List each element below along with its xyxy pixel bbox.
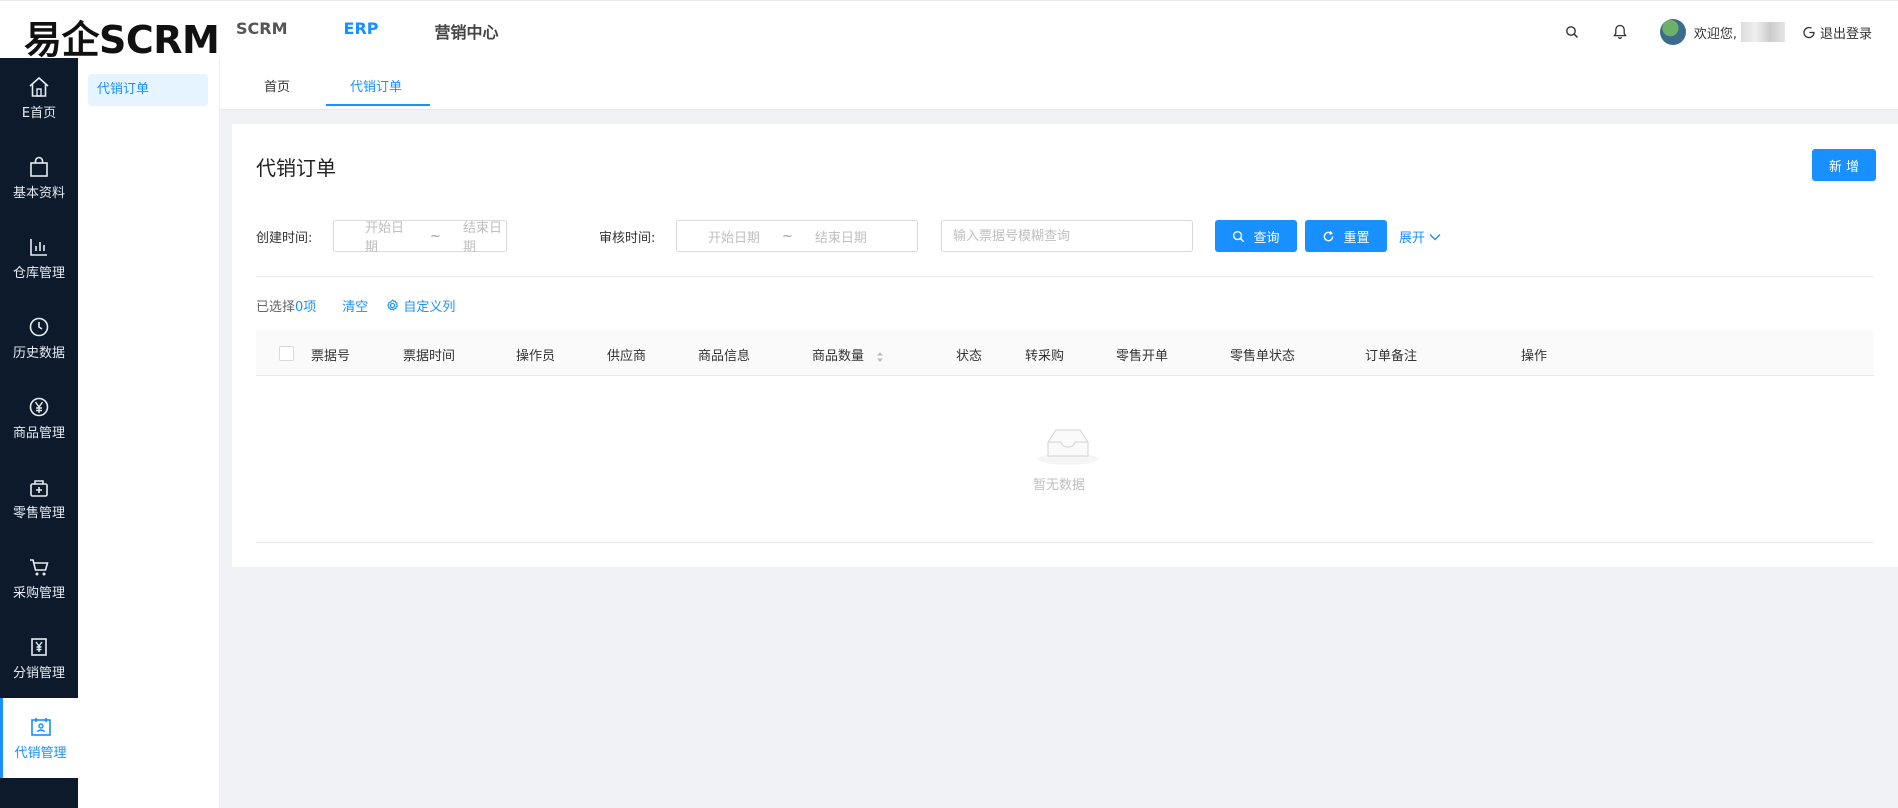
column-header: 商品信息 [698,349,751,364]
sidebar-item-warehouse[interactable]: 仓库管理 [0,218,78,298]
empty-inbox-icon [1038,429,1098,465]
sidebar-item-label: 代销管理 [14,745,67,761]
column-header: 供应商 [607,349,647,364]
logout-icon [1803,26,1815,38]
custom-columns-label: 自定义列 [403,300,456,315]
column-header: 零售单状态 [1230,349,1296,364]
top-nav: SCRM ERP 营销中心 [236,19,555,43]
app-logo[interactable]: 易企SCRM [24,9,220,64]
nav-scrm[interactable]: SCRM [236,19,288,43]
range-separator: ~ [782,228,793,244]
query-button[interactable]: 查询 [1215,220,1297,252]
column-header: 票据时间 [403,349,456,364]
header-actions: 欢迎您, 退出登录 [1564,19,1872,45]
custom-columns-link[interactable]: 自定义列 [386,296,455,315]
column-header: 转采购 [1025,349,1065,364]
audit-time-label: 审核时间: [599,231,656,246]
clear-selection-link[interactable]: 清空 [342,296,368,315]
sidebar-item-purchase[interactable]: 采购管理 [0,538,78,618]
reset-button[interactable]: 重置 [1305,220,1387,252]
query-label: 查询 [1253,230,1280,246]
avatar[interactable] [1659,19,1686,45]
sidebar-item-basic-info[interactable]: 基本资料 [0,138,78,218]
main-sidebar: E首页 基本资料 仓库管理 历史数据 商品管理 零售管理 采购管理 分销管理 代… [0,58,78,808]
retail-bag-icon [30,479,48,497]
search-icon[interactable] [1564,24,1580,40]
top-header: 易企SCRM SCRM ERP 营销中心 欢迎您, 退出登录 [0,0,1898,62]
nav-marketing-center[interactable]: 营销中心 [435,19,499,43]
column-header: 操作员 [516,349,556,364]
username-blurred [1740,22,1785,42]
table-header: 票据号 票据时间 操作员 供应商 商品信息 商品数量 状态 转采购 零售开单 零… [256,330,1874,376]
create-time-range[interactable]: 开始日期 ~ 结束日期 [333,217,507,255]
sidebar-item-home[interactable]: E首页 [0,58,78,138]
bell-icon[interactable] [1612,24,1628,40]
sidebar-item-products[interactable]: 商品管理 [0,378,78,458]
expand-toggle[interactable]: 展开 [1399,227,1441,246]
ticket-search-input[interactable] [941,220,1193,252]
sidebar-item-consignment[interactable]: 代销管理 [0,698,78,778]
sidebar-item-label: 商品管理 [12,425,65,441]
audit-end-date[interactable]: 结束日期 [815,227,867,246]
gear-icon [387,299,399,311]
sidebar-item-retail[interactable]: 零售管理 [0,458,78,538]
table-bottom-border [256,542,1874,543]
home-icon [29,76,49,97]
column-header: 零售开单 [1116,349,1169,364]
create-start-date[interactable]: 开始日期 [365,217,408,255]
range-separator: ~ [430,228,441,244]
selected-count: 0项 [295,300,317,315]
add-button[interactable]: 新 增 [1812,149,1876,181]
chevron-down-icon [1429,233,1441,240]
active-tab-indicator [326,104,430,106]
sidebar-item-history[interactable]: 历史数据 [0,298,78,378]
submenu-item-consignment-orders[interactable]: 代销订单 [88,74,208,106]
tab-bar: 首页 代销订单 [220,58,1898,110]
logout-label: 退出登录 [1819,26,1872,42]
cart-icon [30,558,49,575]
yen-box-icon [31,637,47,656]
calendar-user-icon [30,717,51,736]
sidebar-item-label: E首页 [21,105,57,121]
yen-circle-icon [29,397,49,416]
sidebar-item-label: 仓库管理 [12,265,65,281]
tab-consignment-orders[interactable]: 代销订单 [350,76,402,95]
refresh-icon [1324,230,1334,241]
sidebar-item-distribution[interactable]: 分销管理 [0,618,78,698]
page-title: 代销订单 [256,156,336,180]
divider [256,276,1874,277]
welcome-text: 欢迎您, [1693,26,1737,42]
reset-label: 重置 [1343,230,1370,246]
column-header: 状态 [956,349,983,364]
column-header-sortable[interactable]: 商品数量 [812,345,884,364]
selected-prefix: 已选择 [256,300,296,315]
sub-menu: 代销订单 [78,58,220,808]
expand-label: 展开 [1399,231,1426,246]
column-header-label: 商品数量 [812,349,865,364]
search-icon [1233,230,1245,242]
sidebar-item-label: 采购管理 [12,585,65,601]
bar-chart-icon [30,238,47,256]
clock-icon [29,317,49,336]
sidebar-item-label: 基本资料 [12,185,65,201]
column-header: 订单备注 [1365,349,1418,364]
sidebar-item-label: 分销管理 [12,665,65,681]
logout-button[interactable]: 退出登录 [1803,23,1872,42]
create-end-date[interactable]: 结束日期 [463,217,506,255]
create-time-label: 创建时间: [256,231,313,246]
column-header: 操作 [1521,349,1548,364]
tab-home[interactable]: 首页 [264,76,290,95]
bag-icon [30,156,48,177]
column-header: 票据号 [311,349,351,364]
sort-icon[interactable] [876,351,884,363]
audit-time-range[interactable]: 开始日期 ~ 结束日期 [676,220,918,252]
audit-start-date[interactable]: 开始日期 [708,227,760,246]
sidebar-item-label: 零售管理 [12,505,65,521]
selection-bar: 已选择 0项 清空 自定义列 [256,296,455,315]
content-card: 代销订单 新 增 创建时间: 开始日期 ~ 结束日期 审核时间: 开始日期 ~ … [232,124,1898,567]
empty-state-text: 暂无数据 [1033,478,1086,493]
sidebar-item-label: 历史数据 [12,345,65,361]
nav-erp[interactable]: ERP [344,19,379,43]
select-all-checkbox[interactable] [279,346,294,361]
